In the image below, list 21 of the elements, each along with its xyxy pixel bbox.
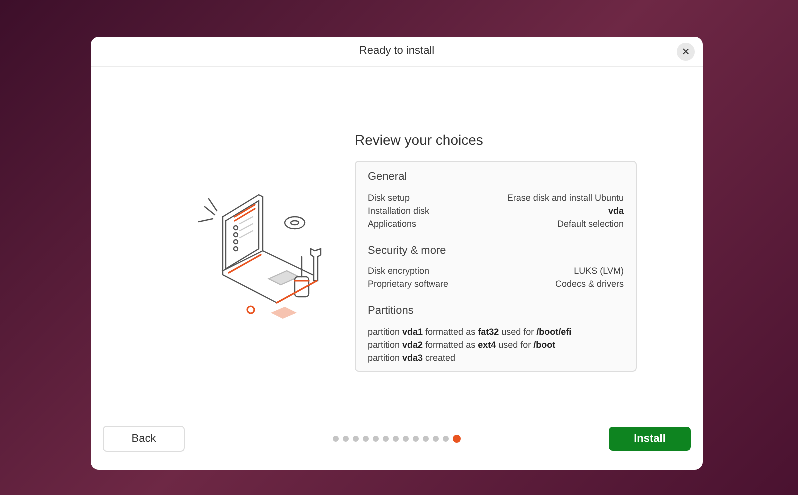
- close-button[interactable]: ×: [677, 43, 695, 61]
- setting-label: Installation disk: [368, 204, 430, 218]
- back-button[interactable]: Back: [103, 426, 185, 452]
- partition-line: partition vda1 formatted as fat32 used for /boot/efi: [368, 326, 573, 338]
- partition-line: partition vda2 formatted as ext4 used for /boot: [368, 338, 557, 352]
- setting-value: LUKS (LVM): [574, 265, 624, 278]
- setting-label: Applications: [368, 218, 417, 230]
- partition-line: partition vda3 created: [368, 352, 457, 364]
- setting-label: Disk encryption: [368, 265, 430, 278]
- setting-value: Default selection: [557, 218, 624, 230]
- setting-label: Proprietary software: [368, 278, 449, 291]
- group-title: Security & more: [368, 244, 448, 258]
- install-button[interactable]: Install: [609, 427, 691, 451]
- setting-value: Erase disk and install Ubuntu: [507, 192, 624, 204]
- setting-value: vda: [608, 204, 624, 218]
- setting-label: Disk setup: [368, 192, 410, 204]
- setting-value: Codecs & drivers: [555, 278, 624, 291]
- section-heading: Review your choices: [355, 131, 484, 150]
- window-title: Ready to install: [359, 44, 435, 60]
- group-title: General: [368, 170, 408, 185]
- group-title: Partitions: [368, 304, 415, 319]
